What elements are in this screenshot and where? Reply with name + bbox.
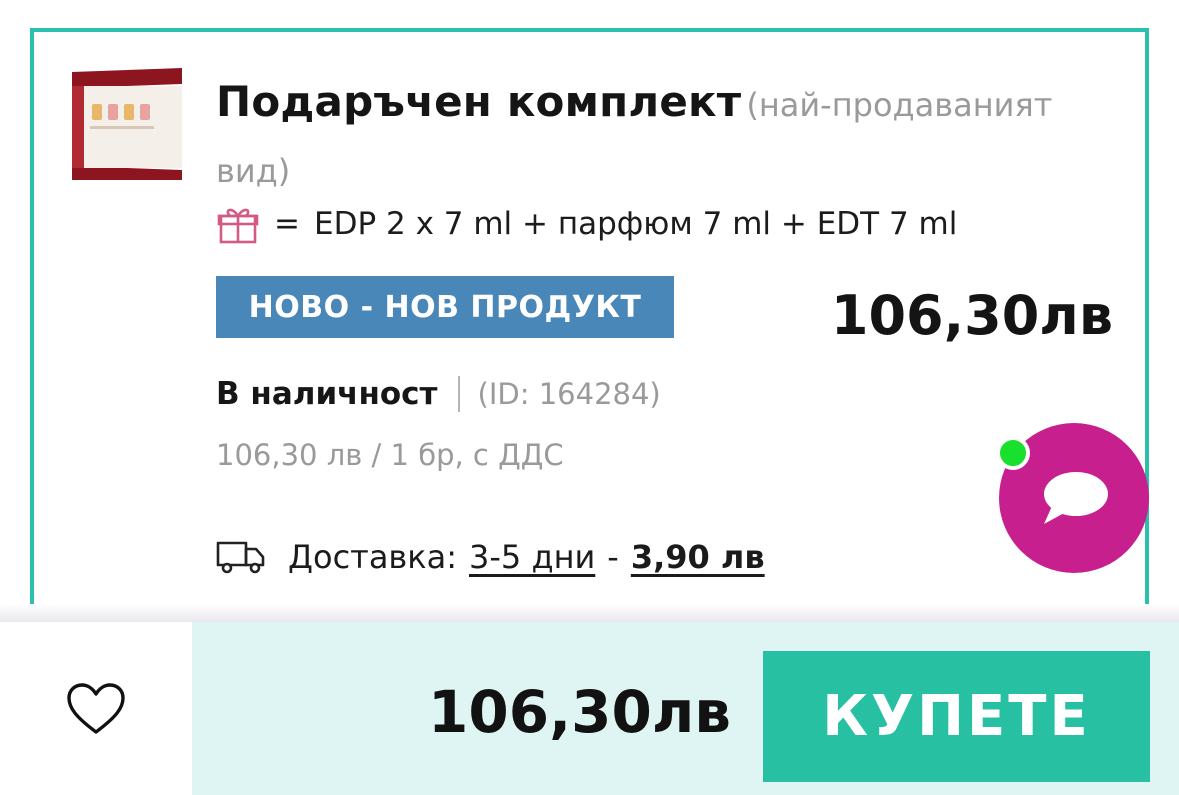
- product-id: (ID: 164284): [477, 377, 661, 411]
- product-title-block: Подаръчен комплект (най-продаваният вид): [216, 72, 1096, 207]
- product-title[interactable]: Подаръчен комплект: [216, 77, 741, 126]
- gift-equals: =: [274, 206, 300, 242]
- product-price: 106,30лв: [830, 284, 1113, 347]
- heart-icon: [67, 682, 125, 734]
- stock-status: В наличност: [216, 376, 438, 412]
- stock-row: В наличност (ID: 164284): [216, 376, 661, 412]
- delivery-dash: -: [607, 538, 619, 576]
- bar-price-zone: 106,30лв КУПЕТЕ: [192, 622, 1179, 795]
- chat-bubble-icon: [1044, 472, 1108, 524]
- delivery-time-link[interactable]: 3-5 дни: [469, 538, 595, 576]
- new-product-badge: НОВО - НОВ ПРОДУКТ: [216, 276, 674, 338]
- bottom-purchase-bar: 106,30лв КУПЕТЕ: [0, 622, 1179, 795]
- product-thumbnail[interactable]: [70, 66, 186, 182]
- product-card: Подаръчен комплект (най-продаваният вид)…: [30, 28, 1149, 615]
- buy-button[interactable]: КУПЕТЕ: [763, 651, 1150, 782]
- divider: [457, 376, 460, 412]
- gift-contents-text: EDP 2 x 7 ml + парфюм 7 ml + EDT 7 ml: [313, 206, 958, 242]
- unit-price: 106,30 лв / 1 бр, с ДДС: [216, 438, 564, 472]
- bar-price: 106,30лв: [428, 678, 731, 746]
- bar-shadow: [0, 604, 1179, 622]
- product-page: Подаръчен комплект (най-продаваният вид)…: [0, 0, 1179, 795]
- delivery-fee-link[interactable]: 3,90 лв: [631, 538, 765, 576]
- gift-icon: [217, 208, 259, 244]
- gift-contents-row: = EDP 2 x 7 ml + парфюм 7 ml + EDT 7 ml: [216, 202, 957, 246]
- online-status-dot: [996, 436, 1030, 470]
- delivery-row: Доставка: 3-5 дни - 3,90 лв: [216, 538, 765, 576]
- favorite-button[interactable]: [0, 622, 192, 795]
- truck-icon: [216, 541, 265, 574]
- delivery-label: Доставка:: [288, 538, 457, 576]
